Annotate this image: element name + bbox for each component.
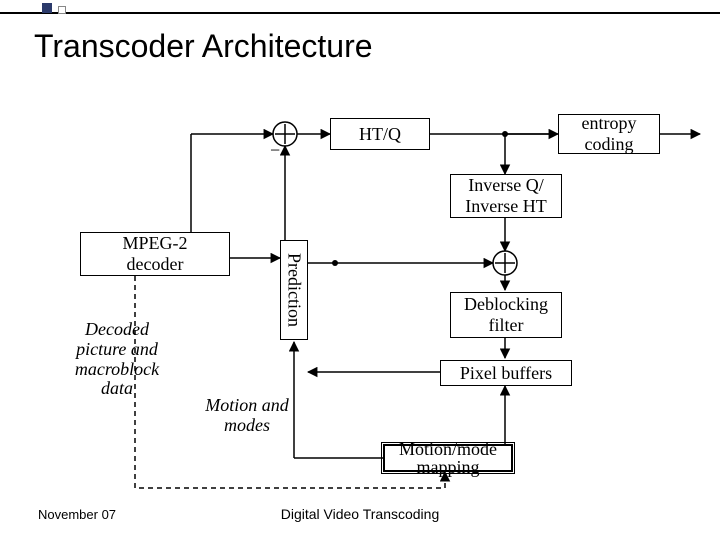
svg-text:−: −	[270, 140, 280, 160]
motion-mode-mapping-block: Motion/mode mapping	[383, 444, 513, 472]
inverse-q-ht-block: Inverse Q/ Inverse HT	[450, 174, 562, 218]
footer-subtitle: Digital Video Transcoding	[0, 506, 720, 522]
decoded-data-label: Decoded picture and macroblock data	[52, 320, 182, 399]
prediction-label: Prediction	[284, 253, 305, 327]
prediction-block: Prediction	[280, 240, 308, 340]
htq-block: HT/Q	[330, 118, 430, 150]
pixel-buffers-block: Pixel buffers	[440, 360, 572, 386]
entropy-coding-block: entropy coding	[558, 114, 660, 154]
motion-and-modes-label: Motion and modes	[192, 396, 302, 436]
mpeg2-decoder-block: MPEG-2 decoder	[80, 232, 230, 276]
deblocking-filter-block: Deblocking filter	[450, 292, 562, 338]
motion-mode-mapping-label: Motion/mode mapping	[399, 440, 497, 476]
